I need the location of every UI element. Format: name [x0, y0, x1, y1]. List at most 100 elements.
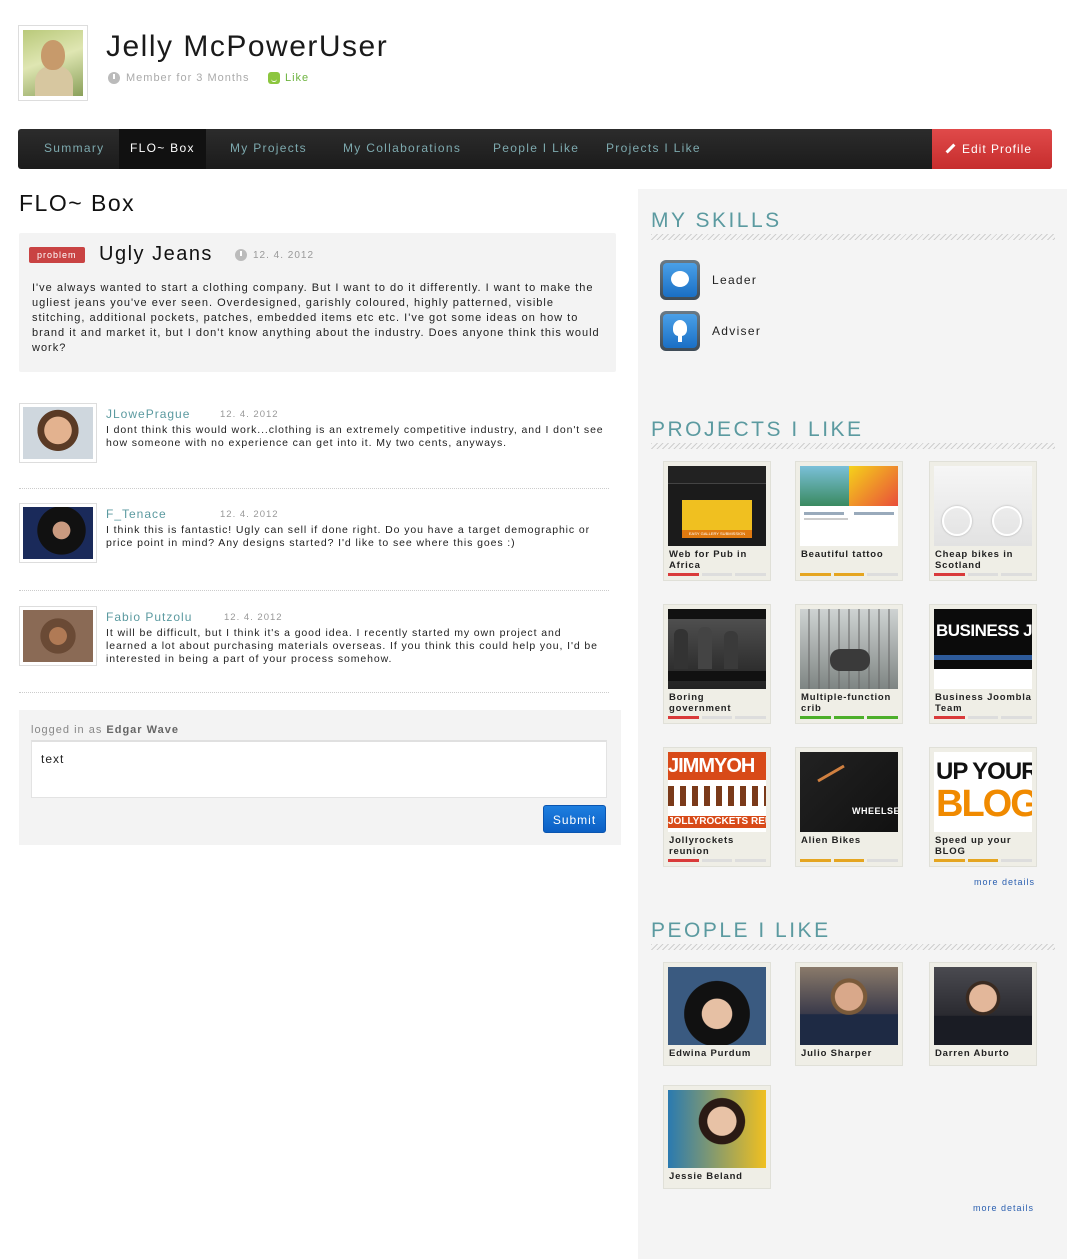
project-thumbnail: [800, 466, 898, 546]
post-body: I've always wanted to start a clothing c…: [32, 282, 600, 354]
skill-label: Adviser: [712, 324, 762, 338]
project-thumbnail: WHEELSETS: [800, 752, 898, 832]
project-card[interactable]: JIMMYOH JOLLYROCKETS REUN Jollyrockets r…: [663, 747, 771, 867]
projects-more-link[interactable]: more details: [974, 877, 1035, 887]
tab-people-i-like[interactable]: People I Like: [493, 129, 579, 169]
divider: [19, 488, 609, 489]
divider: [19, 590, 609, 591]
projects-heading: PROJECTS I LIKE: [651, 418, 864, 441]
page-title: FLO~ Box: [19, 190, 136, 216]
project-card[interactable]: Boring government: [663, 604, 771, 724]
edit-profile-button[interactable]: Edit Profile: [932, 129, 1052, 169]
clock-icon: [108, 72, 120, 84]
post-title: Ugly Jeans: [99, 243, 213, 265]
project-title: Cheap bikes in Scotland: [935, 549, 1014, 571]
project-rating: [800, 859, 899, 862]
commenter-name[interactable]: Fabio Putzolu: [106, 610, 192, 624]
project-card[interactable]: Beautiful tattoo: [795, 461, 903, 581]
chat-bubble-icon: [660, 260, 700, 300]
commenter-avatar[interactable]: [19, 403, 97, 463]
clock-icon: [235, 249, 247, 261]
tab-my-collaborations[interactable]: My Collaborations: [343, 129, 461, 169]
heading-rule: [651, 944, 1055, 950]
profile-name: Jelly McPowerUser: [106, 30, 389, 63]
post-date-text: 12. 4. 2012: [253, 249, 315, 261]
person-name: Darren Aburto: [935, 1048, 1010, 1059]
project-title: Speed up your BLOG: [935, 835, 1012, 857]
skill-label: Leader: [712, 273, 758, 287]
commenter-avatar[interactable]: [19, 503, 97, 563]
like-label: Like: [285, 72, 310, 84]
project-rating: [934, 573, 1033, 576]
project-thumbnail: [668, 609, 766, 689]
edit-profile-label: Edit Profile: [962, 142, 1033, 156]
person-photo: [934, 967, 1032, 1045]
member-since: Member for 3 Months: [108, 72, 250, 84]
commenter-name[interactable]: JLowePrague: [106, 407, 190, 421]
project-rating: [668, 573, 767, 576]
comment-date: 12. 4. 2012: [220, 509, 279, 520]
project-rating: [800, 573, 899, 576]
person-photo: [668, 1090, 766, 1168]
pencil-icon: [946, 144, 956, 154]
person-photo: [668, 967, 766, 1045]
project-title: Business Joombla Team: [935, 692, 1032, 714]
reply-textarea[interactable]: text: [31, 740, 607, 798]
project-rating: [934, 716, 1033, 719]
project-card[interactable]: BUSINESS JO Business Joombla Team: [929, 604, 1037, 724]
sidebar: MY SKILLS Leader Adviser PROJECTS I LIKE…: [638, 189, 1067, 1259]
people-more-link[interactable]: more details: [973, 1203, 1034, 1213]
project-rating: [668, 716, 767, 719]
logged-in-user: Edgar Wave: [106, 724, 179, 736]
project-card[interactable]: EASY GALLERY SUBMISSION Web for Pub in A…: [663, 461, 771, 581]
tab-summary[interactable]: Summary: [44, 129, 104, 169]
person-card[interactable]: Edwina Purdum: [663, 962, 771, 1066]
comment-text: It will be difficult, but I think it's a…: [106, 627, 598, 665]
member-since-text: Member for 3 Months: [126, 72, 250, 84]
project-thumbnail: [934, 466, 1032, 546]
person-name: Julio Sharper: [801, 1048, 873, 1059]
person-name: Edwina Purdum: [669, 1048, 752, 1059]
comment-text: I think this is fantastic! Ugly can sell…: [106, 524, 591, 549]
commenter-avatar[interactable]: [19, 606, 97, 666]
problem-badge: problem: [29, 247, 85, 263]
project-title: Multiple-function crib: [801, 692, 892, 714]
project-card[interactable]: Cheap bikes in Scotland: [929, 461, 1037, 581]
person-name: Jessie Beland: [669, 1171, 743, 1182]
project-thumbnail: UP YOUR BLOG: [934, 752, 1032, 832]
like-button[interactable]: Like: [268, 72, 309, 84]
person-card[interactable]: Darren Aburto: [929, 962, 1037, 1066]
skill-item: Leader: [660, 260, 757, 300]
reply-form: logged in as Edgar Wave text Submit: [19, 710, 621, 845]
project-title: Alien Bikes: [801, 835, 862, 846]
heading-rule: [651, 234, 1055, 240]
project-title: Beautiful tattoo: [801, 549, 884, 560]
project-rating: [800, 716, 899, 719]
skills-heading: MY SKILLS: [651, 209, 782, 232]
commenter-name[interactable]: F_Tenace: [106, 507, 167, 521]
tab-flo-box[interactable]: FLO~ Box: [119, 129, 206, 169]
project-title: Boring government: [669, 692, 732, 714]
comment-date: 12. 4. 2012: [220, 409, 279, 420]
skill-item: Adviser: [660, 311, 761, 351]
project-thumbnail: [800, 609, 898, 689]
post-card: problem Ugly Jeans 12. 4. 2012 I've alwa…: [19, 233, 616, 372]
person-photo: [800, 967, 898, 1045]
person-card[interactable]: Julio Sharper: [795, 962, 903, 1066]
project-card[interactable]: Multiple-function crib: [795, 604, 903, 724]
project-card[interactable]: WHEELSETS Alien Bikes: [795, 747, 903, 867]
lightbulb-icon: [660, 311, 700, 351]
tab-my-projects[interactable]: My Projects: [230, 129, 307, 169]
divider: [19, 692, 609, 693]
people-heading: PEOPLE I LIKE: [651, 919, 831, 942]
profile-nav: Summary FLO~ Box My Projects My Collabor…: [18, 129, 1052, 169]
project-card[interactable]: UP YOUR BLOG Speed up your BLOG: [929, 747, 1037, 867]
submit-button[interactable]: Submit: [543, 805, 606, 833]
tab-projects-i-like[interactable]: Projects I Like: [606, 129, 701, 169]
smile-icon: [268, 72, 280, 84]
project-title: Jollyrockets reunion: [669, 835, 735, 857]
project-title: Web for Pub in Africa: [669, 549, 748, 571]
logged-in-label: logged in as Edgar Wave: [31, 724, 179, 736]
comment-date: 12. 4. 2012: [224, 612, 283, 623]
person-card[interactable]: Jessie Beland: [663, 1085, 771, 1189]
